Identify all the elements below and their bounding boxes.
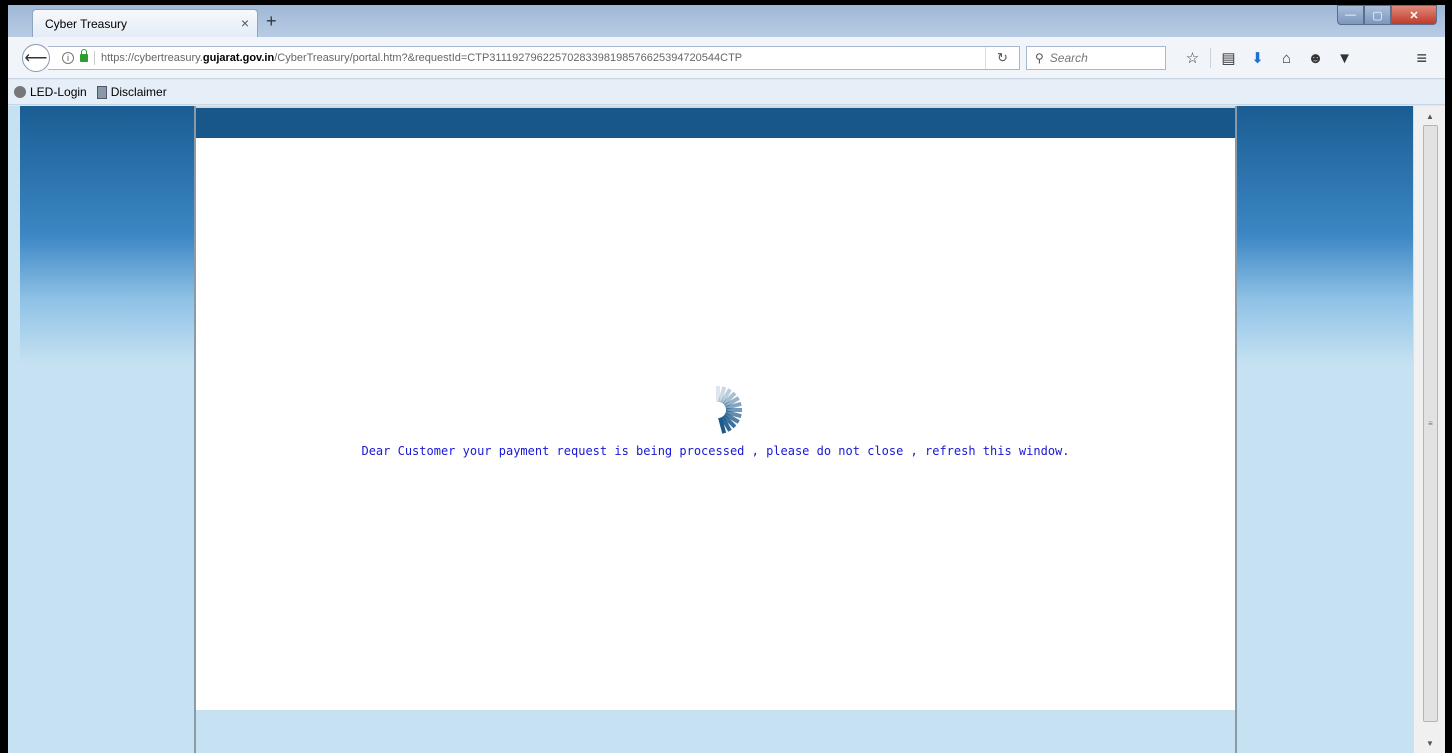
navigation-bar: i https://cybertreasury.gujarat.gov.in/C… xyxy=(8,37,1445,79)
page-content: Dear Customer your payment request is be… xyxy=(8,106,1413,753)
url-separator xyxy=(94,51,95,65)
scroll-down-arrow-icon[interactable]: ▼ xyxy=(1421,735,1439,751)
search-icon: ⚲ xyxy=(1035,51,1044,65)
minimize-button[interactable]: — xyxy=(1337,5,1364,25)
bookmark-label: Disclaimer xyxy=(110,85,167,99)
loading-spinner-icon xyxy=(716,386,742,434)
search-input[interactable]: ⚲ Search xyxy=(1026,46,1166,70)
reload-icon[interactable]: ↻ xyxy=(985,47,1019,69)
maximize-button[interactable]: ▢ xyxy=(1364,5,1391,25)
url-text[interactable]: https://cybertreasury.gujarat.gov.in/Cyb… xyxy=(101,52,742,64)
grip-icon: ≡ xyxy=(1428,419,1433,428)
url-domain: gujarat.gov.in xyxy=(202,52,275,64)
close-window-button[interactable]: ✕ xyxy=(1391,5,1437,25)
tab-title: Cyber Treasury xyxy=(45,16,128,31)
back-arrow-icon: ⟵ xyxy=(24,50,48,67)
bookmark-star-icon[interactable]: ☆ xyxy=(1178,48,1207,68)
panel-footer-bar xyxy=(196,710,1235,753)
page-icon xyxy=(96,85,107,99)
new-tab-button[interactable]: + xyxy=(266,12,277,30)
search-placeholder: Search xyxy=(1049,51,1088,65)
toolbar-icons: ☆ ▤ ⬇ ⌂ ☻ ▼ xyxy=(1178,48,1359,68)
bookmark-label: LED-Login xyxy=(30,85,87,99)
tab-strip: Cyber Treasury × + — ▢ ✕ xyxy=(8,5,1445,37)
main-panel: Dear Customer your payment request is be… xyxy=(194,106,1237,753)
panel-header-bar xyxy=(196,106,1235,138)
toolbar-separator xyxy=(1210,48,1211,68)
tab-close-icon[interactable]: × xyxy=(241,15,249,31)
url-prefix: https://cybertreasury. xyxy=(101,52,203,64)
left-gradient-column xyxy=(20,106,194,753)
back-button[interactable]: ⟵ xyxy=(22,44,50,72)
url-bar[interactable]: i https://cybertreasury.gujarat.gov.in/C… xyxy=(48,46,1020,70)
processing-message: Dear Customer your payment request is be… xyxy=(361,444,1070,458)
scroll-up-arrow-icon[interactable]: ▲ xyxy=(1421,108,1439,124)
home-icon[interactable]: ⌂ xyxy=(1272,48,1301,68)
info-icon[interactable]: i xyxy=(62,52,74,64)
left-margin xyxy=(8,106,20,753)
window-controls: — ▢ ✕ xyxy=(1337,5,1437,25)
menu-icon[interactable]: ≡ xyxy=(1416,48,1427,69)
globe-icon xyxy=(14,86,26,98)
bookmark-led-login[interactable]: LED-Login xyxy=(14,85,87,99)
screen-frame-right xyxy=(1445,0,1452,753)
screen-frame-left xyxy=(0,0,8,753)
bookmark-disclaimer[interactable]: Disclaimer xyxy=(96,85,167,99)
url-path: /CyberTreasury/portal.htm?&requestId=CTP… xyxy=(274,52,743,64)
vertical-scrollbar[interactable]: ▲ ≡ ▼ xyxy=(1413,106,1445,753)
scroll-thumb[interactable]: ≡ xyxy=(1423,125,1438,722)
reading-list-icon[interactable]: ▤ xyxy=(1214,48,1243,68)
chat-icon[interactable]: ☻ xyxy=(1301,48,1330,68)
download-icon[interactable]: ⬇ xyxy=(1243,48,1272,68)
tab-cyber-treasury[interactable]: Cyber Treasury × xyxy=(32,9,258,37)
browser-window: Cyber Treasury × + — ▢ ✕ i https://cyber… xyxy=(8,5,1445,753)
lock-icon[interactable] xyxy=(80,49,88,62)
bookmarks-bar: LED-Login Disclaimer xyxy=(8,80,1445,105)
pocket-icon[interactable]: ▼ xyxy=(1330,48,1359,68)
